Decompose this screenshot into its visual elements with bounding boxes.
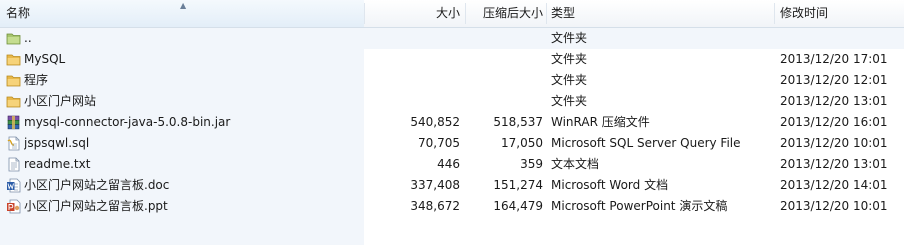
file-name: mysql-connector-java-5.0.8-bin.jar [24,115,231,129]
column-header-modified[interactable]: 修改时间 [775,0,904,27]
text-file-icon [6,157,21,172]
folder-icon [6,73,21,88]
file-packed-size: 17,050 [501,136,543,150]
file-modified: 2013/12/20 13:01 [780,94,888,108]
list-item[interactable]: 程序 文件夹 2013/12/20 12:01 [0,70,904,91]
list-item[interactable]: 小区门户网站 文件夹 2013/12/20 13:01 [0,91,904,112]
file-packed-size [460,91,543,112]
file-list: .. 文件夹 MySQL 文件夹 2013/12/20 17:01 程序 文件夹 [0,28,904,217]
file-size: 348,672 [410,199,460,213]
sql-file-icon [6,136,21,151]
file-name: jspsqwl.sql [24,136,90,150]
column-header-type-label: 类型 [551,6,576,20]
column-header-name-label: 名称 [6,6,31,20]
powerpoint-document-icon [6,199,21,214]
file-modified [780,28,904,49]
column-header-bar: 名称 ▲ 大小 压缩后大小 类型 修改时间 [0,0,904,28]
file-type: Microsoft SQL Server Query File [551,136,741,150]
file-name: .. [24,31,32,45]
file-packed-size [460,70,543,91]
file-size: 337,408 [410,178,460,192]
file-modified: 2013/12/20 13:01 [780,157,888,171]
list-item[interactable]: .. 文件夹 [0,28,904,49]
file-size [364,91,460,112]
column-header-packed-label: 压缩后大小 [482,6,543,20]
file-modified: 2013/12/20 10:01 [780,199,888,213]
file-name: 小区门户网站之留言板.doc [24,178,170,192]
list-item[interactable]: mysql-connector-java-5.0.8-bin.jar 540,8… [0,112,904,133]
file-name: readme.txt [24,157,91,171]
parent-folder-icon [6,31,21,46]
file-type: 文件夹 [551,73,588,87]
file-packed-size [460,28,543,49]
file-type: Microsoft Word 文档 [551,178,669,192]
list-item[interactable]: readme.txt 446 359 文本文档 2013/12/20 13:01 [0,154,904,175]
word-document-icon [6,178,21,193]
file-name: 小区门户网站 [24,94,97,108]
file-type: 文本文档 [551,157,600,171]
list-item[interactable]: 小区门户网站之留言板.doc 337,408 151,274 Microsoft… [0,175,904,196]
file-modified: 2013/12/20 12:01 [780,73,888,87]
list-item[interactable]: jspsqwl.sql 70,705 17,050 Microsoft SQL … [0,133,904,154]
file-type: 文件夹 [551,31,588,45]
column-header-packed[interactable]: 压缩后大小 [466,0,543,27]
folder-icon [6,52,21,67]
file-size: 446 [437,157,460,171]
file-size [364,49,460,70]
column-header-name[interactable]: 名称 ▲ [0,0,364,27]
file-size: 540,852 [410,115,460,129]
file-packed-size: 151,274 [493,178,543,192]
file-name: 小区门户网站之留言板.ppt [24,199,168,213]
file-type: Microsoft PowerPoint 演示文稿 [551,199,728,213]
file-size [364,28,460,49]
column-header-modified-label: 修改时间 [780,6,829,20]
file-packed-size: 518,537 [493,115,543,129]
file-type: 文件夹 [551,52,588,66]
file-modified: 2013/12/20 16:01 [780,115,888,129]
file-modified: 2013/12/20 14:01 [780,178,888,192]
folder-icon [6,94,21,109]
list-item[interactable]: MySQL 文件夹 2013/12/20 17:01 [0,49,904,70]
column-header-type[interactable]: 类型 [547,0,774,27]
file-size [364,70,460,91]
file-size: 70,705 [418,136,460,150]
sort-ascending-icon: ▲ [180,1,187,10]
file-packed-size: 359 [520,157,543,171]
file-packed-size [460,49,543,70]
file-type: 文件夹 [551,94,588,108]
file-modified: 2013/12/20 17:01 [780,52,888,66]
column-header-size[interactable]: 大小 [365,0,460,27]
file-name: MySQL [24,52,66,66]
file-packed-size: 164,479 [493,199,543,213]
column-header-size-label: 大小 [435,6,460,20]
file-type: WinRAR 压缩文件 [551,115,650,129]
file-modified: 2013/12/20 10:01 [780,136,888,150]
list-item[interactable]: 小区门户网站之留言板.ppt 348,672 164,479 Microsoft… [0,196,904,217]
winrar-archive-icon [6,115,21,130]
file-name: 程序 [24,73,49,87]
